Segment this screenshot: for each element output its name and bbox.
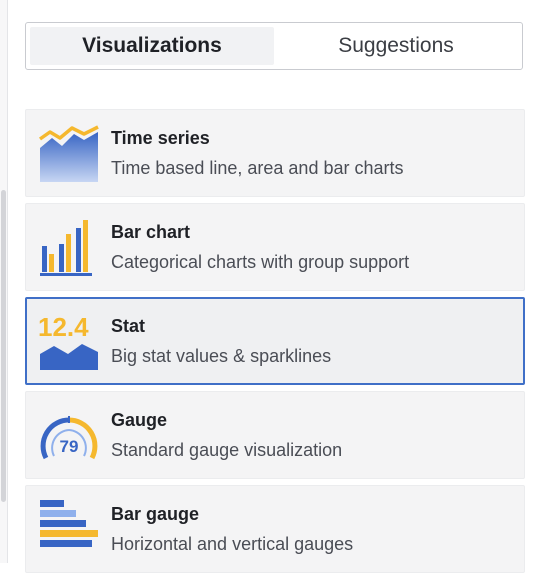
tab-suggestions[interactable]: Suggestions <box>274 27 518 65</box>
viz-item-title: Time series <box>111 128 210 148</box>
gauge-icon: 79 <box>40 416 98 460</box>
viz-item-description: Standard gauge visualization <box>111 440 343 460</box>
viz-tabs: Visualizations Suggestions <box>25 22 523 70</box>
viz-item-description: Time based line, area and bar charts <box>111 158 404 178</box>
viz-item-title: Stat <box>111 316 146 336</box>
viz-item-stat[interactable]: 12.4 Stat Big stat values & sparklines <box>25 297 525 385</box>
gauge-icon-value: 79 <box>60 437 79 456</box>
viz-item-gauge[interactable]: 79 Gauge Standard gauge visualization <box>25 391 525 479</box>
viz-item-description: Horizontal and vertical gauges <box>111 534 354 554</box>
bar-chart-icon <box>40 220 92 276</box>
viz-item-bar-gauge[interactable]: Bar gauge Horizontal and vertical gauges <box>25 485 525 573</box>
viz-item-title: Bar gauge <box>111 504 200 524</box>
visualization-list: Time series Time based line, area and ba… <box>25 109 525 579</box>
stat-icon-value: 12.4 <box>38 312 89 342</box>
tab-visualizations[interactable]: Visualizations <box>30 27 274 65</box>
viz-item-description: Big stat values & sparklines <box>111 346 332 366</box>
viz-item-title: Gauge <box>111 410 168 430</box>
scrollbar-thumb[interactable] <box>1 190 6 502</box>
bar-gauge-icon <box>40 500 98 547</box>
viz-item-description: Categorical charts with group support <box>111 252 410 272</box>
stat-icon: 12.4 <box>38 312 98 370</box>
viz-item-title: Bar chart <box>111 222 191 242</box>
viz-item-bar-chart[interactable]: Bar chart Categorical charts with group … <box>25 203 525 291</box>
viz-item-time-series[interactable]: Time series Time based line, area and ba… <box>25 109 525 197</box>
time-series-icon <box>38 125 99 182</box>
